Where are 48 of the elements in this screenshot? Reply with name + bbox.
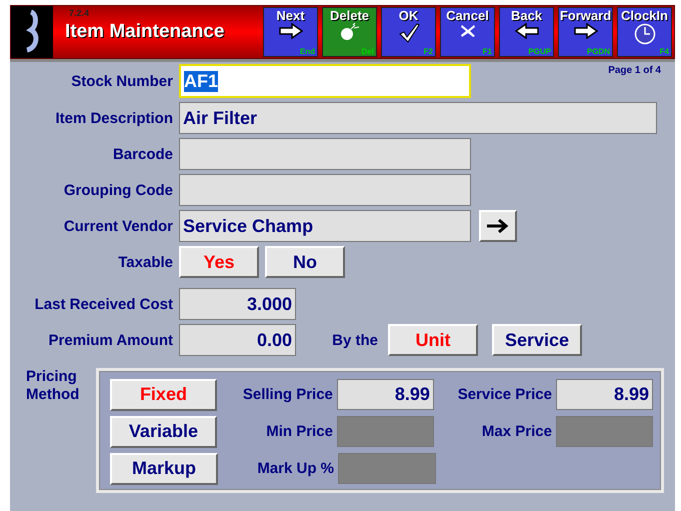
option-button[interactable]: Service	[492, 324, 582, 356]
field-label: Current Vendor	[62, 218, 173, 234]
right-arrow-icon	[486, 219, 510, 233]
field-label: Barcode	[112, 146, 173, 162]
toolbar-button[interactable]: Delete Del	[322, 7, 377, 57]
field-label: Stock Number	[70, 72, 173, 90]
field-label: Taxable	[117, 254, 173, 270]
text-field[interactable]: Air Filter	[179, 102, 657, 134]
right-arrow-icon	[574, 23, 598, 39]
bomb-icon	[338, 23, 360, 41]
version-label: 7.2.4	[69, 8, 90, 18]
text-field[interactable]: 3.000	[179, 288, 296, 320]
toolbar-button[interactable]: Next End	[263, 7, 318, 57]
toolbar-button[interactable]: Forward PGDN	[558, 7, 613, 57]
toolbar-button[interactable]: ClockIn F4	[617, 7, 672, 57]
field-label: Last Received Cost	[34, 296, 173, 312]
text-field[interactable]: AF1	[179, 64, 471, 98]
cross-icon	[458, 23, 476, 39]
lookup-button[interactable]	[479, 210, 517, 242]
page-indicator: Page 1 of 4	[608, 65, 661, 76]
field-label: Premium Amount	[48, 332, 173, 348]
right-arrow-icon	[278, 23, 302, 39]
clock-icon	[634, 23, 656, 45]
field-label: Mark Up %	[256, 460, 335, 477]
field-label: Max Price	[480, 423, 553, 440]
pricing-method-button[interactable]: Variable	[110, 416, 217, 448]
field-label: Grouping Code	[62, 182, 173, 198]
text-field[interactable]	[179, 174, 471, 206]
field-label: Min Price	[265, 423, 334, 440]
option-button[interactable]: No	[265, 246, 345, 278]
text-field[interactable]	[179, 138, 471, 170]
toolbar-button[interactable]: Back PGUP	[499, 7, 554, 57]
pricing-method-button[interactable]: Markup	[110, 452, 218, 484]
checkmark-icon	[398, 23, 420, 43]
field-label: By the	[331, 332, 379, 348]
field-label: Pricing Method	[26, 368, 80, 404]
text-field[interactable]: 0.00	[179, 324, 296, 356]
left-arrow-icon	[514, 23, 538, 39]
toolbar-button[interactable]: OK F2	[381, 7, 436, 57]
field-label: Selling Price	[242, 386, 334, 403]
toolbar-button[interactable]: Cancel F1	[440, 7, 495, 57]
text-field[interactable]: Service Champ	[179, 210, 471, 242]
field-label: Item Description	[54, 110, 173, 126]
window-title: Item Maintenance	[65, 21, 226, 43]
price-field[interactable]: 8.99	[556, 379, 653, 410]
logo-icon	[11, 6, 53, 58]
field-label: Service Price	[456, 386, 553, 403]
price-field[interactable]: 8.99	[336, 379, 434, 410]
